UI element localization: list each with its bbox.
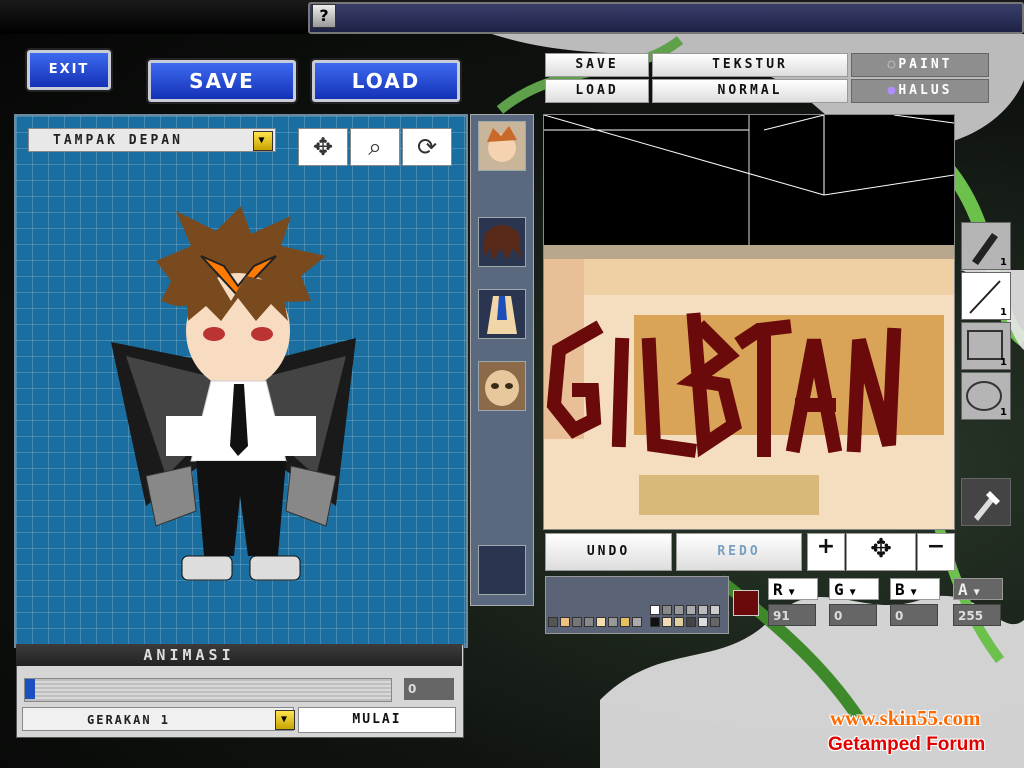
ellipse-tool[interactable]: 1 (961, 372, 1011, 420)
view-select[interactable]: TAMPAK DEPAN ▼ (28, 128, 276, 152)
zoom-icon[interactable]: ⌕ (350, 128, 400, 166)
swatch[interactable] (686, 605, 696, 615)
swatch[interactable] (698, 617, 708, 627)
chevron-down-icon[interactable]: ▼ (968, 587, 980, 598)
green-value[interactable]: 0 (829, 604, 877, 626)
swatch[interactable] (548, 617, 558, 627)
swatch[interactable] (620, 617, 630, 627)
eyedropper-icon (974, 491, 1000, 521)
radio-off-icon: ○ (887, 57, 899, 72)
exit-button[interactable]: EXIT (27, 50, 111, 90)
pan-icon[interactable]: ✥ (846, 533, 916, 571)
brush-size: 1 (1000, 257, 1007, 268)
swatch[interactable] (584, 617, 594, 627)
ellipse-size: 1 (1000, 407, 1007, 418)
swatch[interactable] (674, 617, 684, 627)
rectangle-size: 1 (1000, 357, 1007, 368)
part-hair[interactable] (478, 217, 526, 267)
color-palette[interactable] (545, 576, 729, 634)
motion-select-value: GERAKAN 1 (87, 713, 171, 727)
line-size: 1 (1000, 307, 1007, 318)
swatch[interactable] (662, 605, 672, 615)
undo-button[interactable]: UNDO (545, 533, 672, 571)
help-button[interactable]: ? (312, 4, 336, 28)
paint-mode-button[interactable]: ○PAINT (851, 53, 989, 77)
swatch[interactable] (698, 605, 708, 615)
smooth-mode-button[interactable]: ●HALUS (851, 79, 989, 103)
view-select-value: TAMPAK DEPAN (53, 133, 183, 148)
load-model-button[interactable]: LOAD (312, 60, 460, 102)
texture-button[interactable]: TEKSTUR (652, 53, 848, 77)
character-preview[interactable] (14, 114, 468, 648)
rectangle-tool[interactable]: 1 (961, 322, 1011, 370)
swatch[interactable] (662, 617, 672, 627)
animation-title: ANIMASI (16, 644, 462, 666)
animation-slider[interactable] (24, 678, 392, 702)
red-channel-label: R ▼ (768, 578, 818, 600)
part-head-face[interactable] (478, 121, 526, 171)
chevron-down-icon[interactable]: ▼ (253, 131, 273, 151)
swatch[interactable] (572, 617, 582, 627)
move-icon[interactable]: ✥ (298, 128, 348, 166)
top-bar: ? (0, 0, 1024, 34)
watermark-forum: Getamped Forum (828, 734, 986, 755)
alpha-label-text: A (958, 580, 968, 599)
swatch[interactable] (608, 617, 618, 627)
parts-list (470, 114, 534, 606)
title-strip (308, 2, 1024, 34)
save-texture-button[interactable]: SAVE (545, 53, 649, 77)
swatch[interactable] (632, 617, 642, 627)
zoom-out-button[interactable]: − (917, 533, 955, 571)
red-label-text: R (773, 580, 783, 599)
smooth-mode-label: HALUS (898, 83, 953, 98)
swatch[interactable] (650, 617, 660, 627)
swatch[interactable] (560, 617, 570, 627)
alpha-value[interactable]: 255 (953, 604, 1001, 626)
save-model-button[interactable]: SAVE (148, 60, 296, 102)
chevron-down-icon[interactable]: ▼ (905, 587, 917, 598)
red-value[interactable]: 91 (768, 604, 816, 626)
swatch[interactable] (674, 605, 684, 615)
blue-channel-label: B ▼ (890, 578, 940, 600)
swatch[interactable] (650, 605, 660, 615)
line-tool[interactable]: 1 (961, 272, 1011, 320)
rotate-icon[interactable]: ⟳ (402, 128, 452, 166)
frame-value: 0 (404, 678, 454, 700)
green-label-text: G (834, 580, 844, 599)
part-face[interactable] (478, 361, 526, 411)
alpha-channel-label: A ▼ (953, 578, 1003, 600)
character-model (111, 206, 356, 581)
start-animation-button[interactable]: MULAI (298, 707, 456, 733)
swatch[interactable] (686, 617, 696, 627)
blue-value[interactable]: 0 (890, 604, 938, 626)
swatch[interactable] (710, 617, 720, 627)
blue-label-text: B (895, 580, 905, 599)
chevron-down-icon[interactable]: ▼ (783, 587, 795, 598)
watermark-site: www.skin55.com (830, 706, 981, 730)
swatch[interactable] (710, 605, 720, 615)
swatch[interactable] (596, 617, 606, 627)
paint-mode-label: PAINT (898, 57, 953, 72)
radio-on-icon: ● (887, 83, 899, 98)
current-color-swatch[interactable] (733, 590, 759, 616)
chevron-down-icon[interactable]: ▼ (275, 710, 295, 730)
motion-select[interactable]: GERAKAN 1 ▼ (22, 707, 295, 731)
brush-tool[interactable]: 1 (961, 222, 1011, 270)
normal-button[interactable]: NORMAL (652, 79, 848, 103)
part-empty-slot[interactable] (478, 545, 526, 595)
part-body[interactable] (478, 289, 526, 339)
texture-canvas[interactable] (543, 114, 955, 530)
zoom-in-button[interactable]: + (807, 533, 845, 571)
chevron-down-icon[interactable]: ▼ (844, 587, 856, 598)
green-channel-label: G ▼ (829, 578, 879, 600)
eyedropper-tool[interactable] (961, 478, 1011, 526)
slider-thumb[interactable] (25, 679, 35, 699)
load-texture-button[interactable]: LOAD (545, 79, 649, 103)
redo-button[interactable]: REDO (676, 533, 802, 571)
texture-image (544, 115, 954, 529)
